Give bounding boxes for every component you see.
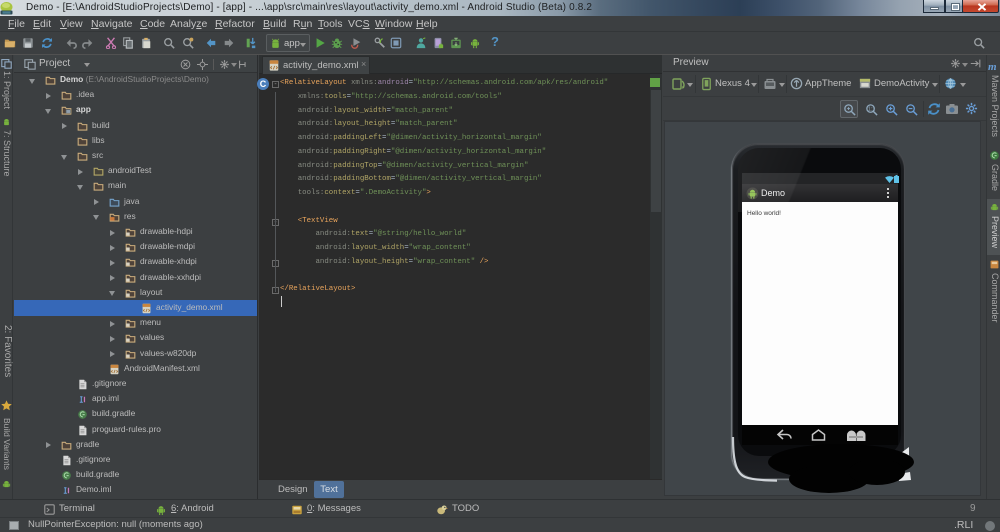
svg-text:1:1: 1:1 xyxy=(868,107,875,113)
